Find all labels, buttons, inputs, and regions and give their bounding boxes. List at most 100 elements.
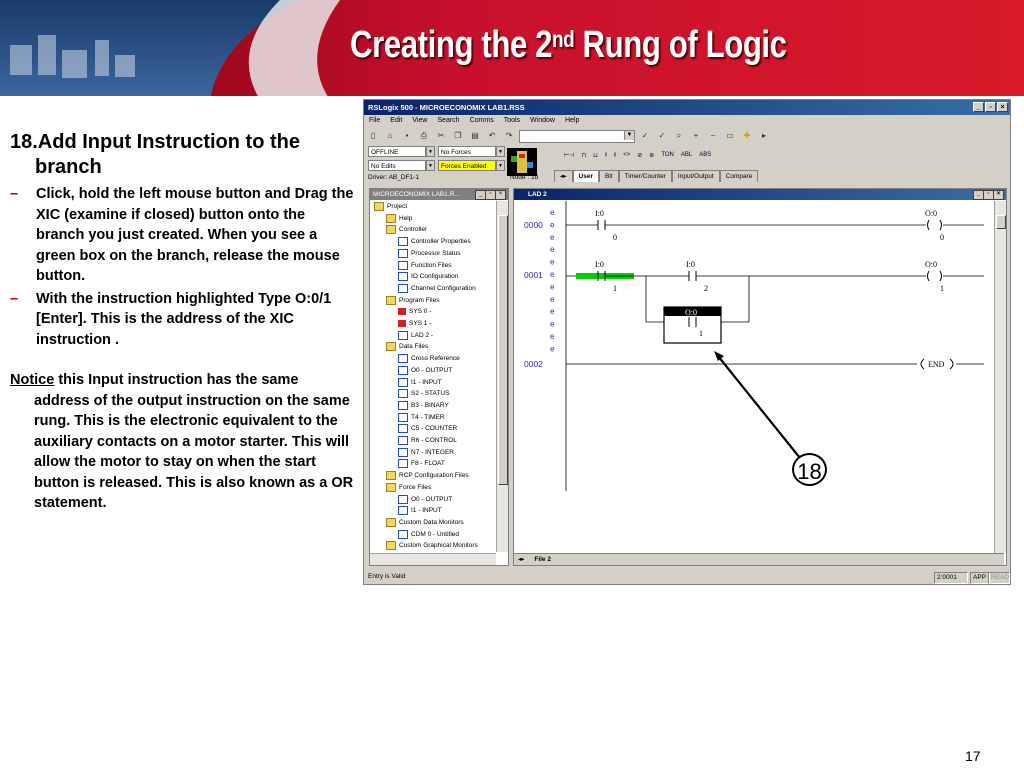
tree-item[interactable]: Controller — [386, 224, 427, 235]
add-icon[interactable]: ✚ — [740, 129, 754, 143]
open-icon[interactable]: ⌂ — [383, 129, 397, 143]
tree-item[interactable]: Controller Properties — [398, 236, 471, 247]
xic-instruction-r0[interactable]: I:0 0 — [595, 209, 617, 242]
tree-item[interactable]: I1 - INPUT — [398, 505, 442, 516]
zoom-out-icon[interactable]: − — [706, 129, 720, 143]
tree-item[interactable]: S2 - STATUS — [398, 388, 449, 399]
otl-icon[interactable]: ⊘ — [637, 152, 642, 159]
project-vertical-scrollbar[interactable] — [496, 201, 508, 552]
tree-item[interactable]: Custom Data Monitors — [386, 517, 464, 528]
project-close-button[interactable]: × — [495, 190, 506, 200]
tree-item[interactable]: Force Files — [386, 482, 431, 493]
tab-timer-counter[interactable]: Timer/Counter — [618, 170, 672, 182]
tree-item[interactable]: LAD 2 - — [398, 330, 433, 341]
abs-button[interactable]: ABS — [699, 152, 711, 158]
zoom-in-icon[interactable]: + — [689, 129, 703, 143]
paste-icon[interactable]: ▤ — [468, 129, 482, 143]
tree-item[interactable]: Cross Reference — [398, 353, 460, 364]
edits-dropdown[interactable]: ▼ — [426, 160, 435, 171]
menu-view[interactable]: View — [412, 115, 427, 127]
arrow-right-icon[interactable]: ▸ — [757, 129, 771, 143]
tree-item[interactable]: Custom Graphical Monitors — [386, 540, 478, 551]
tree-item[interactable]: Data Files — [386, 341, 428, 352]
menu-tools[interactable]: Tools — [504, 115, 520, 127]
menu-search[interactable]: Search — [437, 115, 459, 127]
new-icon[interactable]: ▯ — [366, 129, 380, 143]
tree-item-label: I1 - INPUT — [411, 507, 442, 515]
xic-icon[interactable]: ⫲ — [605, 152, 607, 159]
mode-dropdown[interactable]: ▼ — [426, 146, 435, 157]
menu-file[interactable]: File — [369, 115, 380, 127]
file-tab-nav-icon[interactable]: ◂▸ — [514, 556, 525, 563]
tree-item[interactable]: O0 - OUTPUT — [398, 365, 452, 376]
xio-icon[interactable]: ⫳ — [614, 152, 616, 159]
project-tree-pane: MICROECONOMIX LAB1.R... _ ▫ × Project Hel… — [369, 188, 509, 566]
tab-user[interactable]: User — [572, 170, 599, 182]
branch-xic-instruction[interactable]: O:0 1 — [663, 306, 722, 344]
close-button[interactable]: × — [997, 102, 1008, 112]
xic-instruction-r1-2[interactable]: I:0 2 — [686, 260, 708, 293]
undo-icon[interactable]: ↶ — [485, 129, 499, 143]
ton-button[interactable]: TON — [661, 152, 674, 158]
forces-dropdown[interactable]: ▼ — [496, 146, 505, 157]
tree-item[interactable]: R6 - CONTROL — [398, 435, 457, 446]
tree-item[interactable]: RCP Configuration Files — [386, 470, 469, 481]
verify-icon[interactable]: ✓ — [638, 129, 652, 143]
ote-icon[interactable]: <> — [623, 152, 630, 158]
tree-item[interactable]: N7 - INTEGER — [398, 447, 454, 458]
cut-icon[interactable]: ✂ — [434, 129, 448, 143]
save-icon[interactable]: ▪ — [400, 129, 414, 143]
instruction-text: 18.Add Input Instruction to the branch –… — [10, 130, 355, 514]
tree-item[interactable]: T4 - TIMER — [398, 412, 444, 423]
ladder-close-button[interactable]: × — [993, 190, 1004, 200]
tree-item[interactable]: SYS 1 - — [398, 318, 431, 329]
tree-item[interactable]: Help — [386, 213, 412, 224]
branch-icon[interactable]: ⊓ — [581, 152, 586, 159]
copy-icon[interactable]: ❐ — [451, 129, 465, 143]
window-titlebar[interactable]: RSLogix 500 - MICROECONOMIX LAB1.RSS _ ▫… — [364, 100, 1010, 115]
project-horizontal-scrollbar[interactable] — [370, 553, 496, 565]
tab-compare[interactable]: Compare — [719, 170, 759, 182]
tree-item[interactable]: Function Files — [398, 260, 451, 271]
ote-instruction-r1[interactable]: O:0 1 — [925, 260, 944, 293]
redo-icon[interactable]: ↷ — [502, 129, 516, 143]
tree-item[interactable]: Project — [374, 201, 407, 212]
abl-button[interactable]: ABL — [681, 152, 692, 158]
tree-item[interactable]: Channel Configuration — [398, 283, 476, 294]
rung-icon[interactable]: ⊢⊣ — [564, 152, 574, 159]
tree-item[interactable]: B3 - BINARY — [398, 400, 449, 411]
menu-help[interactable]: Help — [565, 115, 579, 127]
tree-item[interactable]: C5 - COUNTER — [398, 423, 457, 434]
menu-window[interactable]: Window — [530, 115, 555, 127]
otu-icon[interactable]: ⊛ — [649, 152, 654, 159]
find-icon[interactable]: ⌕ — [672, 129, 686, 143]
ote-instruction-r0[interactable]: O:0 0 — [925, 209, 944, 242]
menu-comms[interactable]: Comms — [470, 115, 494, 127]
tree-item[interactable]: SYS 0 - — [398, 306, 431, 317]
verify-all-icon[interactable]: ✓ — [655, 129, 669, 143]
tab-bit[interactable]: Bit — [599, 170, 619, 182]
print-icon[interactable]: ⎙ — [417, 129, 431, 143]
ladder-diagram[interactable]: eeeeeeeeeeee 0000 I:0 0 O:0 0 0001 I:0 1… — [514, 201, 994, 551]
forces-enabled-dropdown[interactable]: ▼ — [496, 160, 505, 171]
tab-input-output[interactable]: Input/Output — [671, 170, 720, 182]
rslogix-window[interactable]: RSLogix 500 - MICROECONOMIX LAB1.RSS _ ▫… — [363, 99, 1011, 585]
tab-scroll-icon[interactable]: ◂▸ — [554, 170, 573, 182]
menu-edit[interactable]: Edit — [390, 115, 402, 127]
file-icon — [398, 459, 408, 469]
tree-item[interactable]: I1 - INPUT — [398, 377, 442, 388]
search-combo[interactable]: ▼ — [519, 129, 635, 143]
tree-item[interactable]: F8 - FLOAT — [398, 458, 445, 469]
status-app: APP — [970, 572, 990, 584]
tree-item[interactable]: Program Files — [386, 295, 439, 306]
window-icon[interactable]: ▭ — [723, 129, 737, 143]
minimize-button[interactable]: _ — [973, 102, 984, 112]
ladder-vertical-scrollbar[interactable] — [994, 201, 1006, 553]
file-tab[interactable]: File 2 — [526, 556, 551, 563]
tree-item[interactable]: CDM 0 - Untitled — [398, 529, 459, 540]
tree-item[interactable]: IO Configuration — [398, 271, 458, 282]
branch-level-icon[interactable]: ⊔ — [593, 152, 598, 159]
tree-item[interactable]: Processor Status — [398, 248, 461, 259]
tree-item[interactable]: O0 - OUTPUT — [398, 494, 452, 505]
restore-button[interactable]: ▫ — [985, 102, 996, 112]
